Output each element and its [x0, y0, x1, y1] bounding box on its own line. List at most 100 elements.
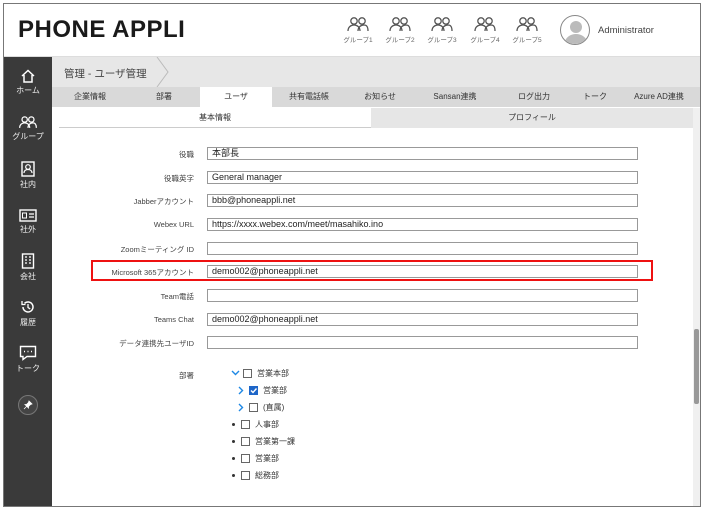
group-label: グループ5 [512, 37, 542, 44]
tab-users[interactable]: ユーザ [200, 87, 272, 108]
tree-item-label: 営業第一課 [255, 436, 295, 446]
field-label: Microsoft 365アカウント [111, 268, 194, 277]
sub-tabs: 基本情報 プロフィール [59, 108, 693, 128]
user-icon [564, 21, 588, 44]
sidebar-item-label: 社外 [20, 225, 36, 234]
position-field[interactable]: 本部長 [207, 147, 638, 160]
tree-bullet [228, 439, 238, 443]
tree-item: 営業本部 [230, 367, 289, 379]
sidebar: ホーム グループ 社内 社外 会社 履歴 トーク [4, 57, 52, 506]
subtab-basic-info[interactable]: 基本情報 [59, 108, 371, 128]
tree-bullet [228, 422, 238, 426]
tree-item-label: (直属) [263, 402, 285, 412]
field-label: Teams Chat [153, 315, 194, 324]
people-icon [347, 17, 369, 32]
sidebar-item-talk[interactable]: トーク [4, 345, 52, 374]
tab-talk[interactable]: トーク [572, 87, 618, 107]
sidebar-item-group[interactable]: グループ [4, 115, 52, 142]
department-checkbox[interactable] [243, 368, 252, 378]
field-label: 役職英字 [164, 174, 194, 183]
field-label: Webex URL [153, 220, 194, 229]
field-label: データ連携先ユーザID [119, 339, 194, 348]
field-label: Team電話 [160, 292, 194, 301]
people-icon [19, 116, 37, 128]
tree-toggle-collapsed[interactable] [236, 403, 246, 412]
tree-toggle-collapsed[interactable] [236, 386, 246, 395]
field-label: 役職 [179, 150, 194, 159]
contact-card-icon [21, 161, 35, 177]
tree-toggle-expanded[interactable] [230, 370, 240, 376]
avatar [560, 15, 590, 45]
department-checkbox[interactable] [249, 402, 258, 412]
tab-azure-ad[interactable]: Azure AD連携 [618, 87, 700, 107]
tab-notices[interactable]: お知らせ [346, 87, 414, 107]
people-icon [474, 17, 496, 32]
check-icon [250, 387, 258, 394]
breadcrumb: 管理 - ユーザ管理 [52, 57, 700, 87]
department-checkbox[interactable] [241, 470, 250, 480]
microsoft-365-account-field[interactable]: demo002@phoneappli.net [207, 265, 638, 278]
group-2-button[interactable]: グループ2 [382, 16, 418, 44]
sidebar-item-internal[interactable]: 社内 [4, 161, 52, 190]
sidebar-item-label: グループ [12, 132, 44, 141]
tab-shared-phonebook[interactable]: 共有電話帳 [272, 87, 346, 107]
department-checkbox[interactable] [241, 419, 250, 429]
group-label: グループ2 [385, 37, 415, 44]
group-3-button[interactable]: グループ3 [424, 16, 460, 44]
top-header: PHONE APPLI グループ1 グループ2 グループ3 グループ4 グループ… [4, 4, 700, 57]
id-card-icon [19, 209, 37, 222]
group-4-button[interactable]: グループ4 [467, 16, 503, 44]
sidebar-item-home[interactable]: ホーム [4, 69, 52, 96]
people-icon [431, 17, 453, 32]
history-icon [21, 301, 34, 313]
pin-button[interactable] [18, 395, 38, 415]
sidebar-item-label: トーク [16, 364, 40, 373]
group-1-button[interactable]: グループ1 [340, 16, 376, 44]
tree-item: 人事部 [228, 418, 279, 430]
data-link-user-id-field[interactable] [207, 336, 638, 349]
tab-log-output[interactable]: ログ出力 [496, 87, 572, 107]
subtab-profile[interactable]: プロフィール [371, 108, 693, 128]
app-logo: PHONE APPLI [18, 16, 186, 43]
chevron-right-icon [238, 403, 244, 411]
tree-item: 総務部 [228, 469, 279, 481]
field-label: 部署 [179, 371, 194, 380]
zoom-meeting-id-field[interactable] [207, 242, 638, 255]
field-label: Zoomミーティング ID [120, 245, 194, 254]
building-icon [21, 253, 35, 269]
scrollbar-thumb[interactable] [694, 329, 699, 404]
tree-item-label: 営業部 [255, 453, 279, 463]
sidebar-item-label: 会社 [20, 272, 36, 281]
tab-departments[interactable]: 部署 [128, 87, 200, 107]
sidebar-item-history[interactable]: 履歴 [4, 299, 52, 328]
department-checkbox[interactable] [241, 453, 250, 463]
tab-sansan[interactable]: Sansan連携 [414, 87, 496, 107]
jabber-account-field[interactable]: bbb@phoneappli.net [207, 194, 638, 207]
group-5-button[interactable]: グループ5 [509, 16, 545, 44]
user-menu[interactable]: Administrator [560, 14, 654, 46]
scrollbar-track[interactable] [693, 108, 700, 506]
tree-item-label: 人事部 [255, 419, 279, 429]
user-name: Administrator [598, 24, 654, 36]
department-checkbox[interactable] [241, 436, 250, 446]
group-label: グループ4 [470, 37, 500, 44]
team-phone-field[interactable] [207, 289, 638, 302]
tab-company-info[interactable]: 企業情報 [52, 87, 128, 107]
people-icon [516, 17, 538, 32]
sidebar-item-company[interactable]: 会社 [4, 253, 52, 282]
sidebar-item-external[interactable]: 社外 [4, 209, 52, 235]
teams-chat-field[interactable]: demo002@phoneappli.net [207, 313, 638, 326]
pin-icon [23, 400, 33, 410]
tree-bullet [228, 473, 238, 477]
field-label: Jabberアカウント [133, 197, 194, 206]
chat-icon [19, 345, 37, 361]
tree-bullet [228, 456, 238, 460]
chevron-down-icon [231, 370, 239, 376]
sidebar-item-label: 社内 [20, 180, 36, 189]
webex-url-field[interactable]: https://xxxx.webex.com/meet/masahiko.ino [207, 218, 638, 231]
sidebar-item-label: 履歴 [20, 318, 36, 327]
position-english-field[interactable]: General manager [207, 171, 638, 184]
department-checkbox[interactable] [249, 385, 258, 395]
group-label: グループ1 [343, 37, 373, 44]
tree-item: 営業部 [236, 384, 287, 396]
